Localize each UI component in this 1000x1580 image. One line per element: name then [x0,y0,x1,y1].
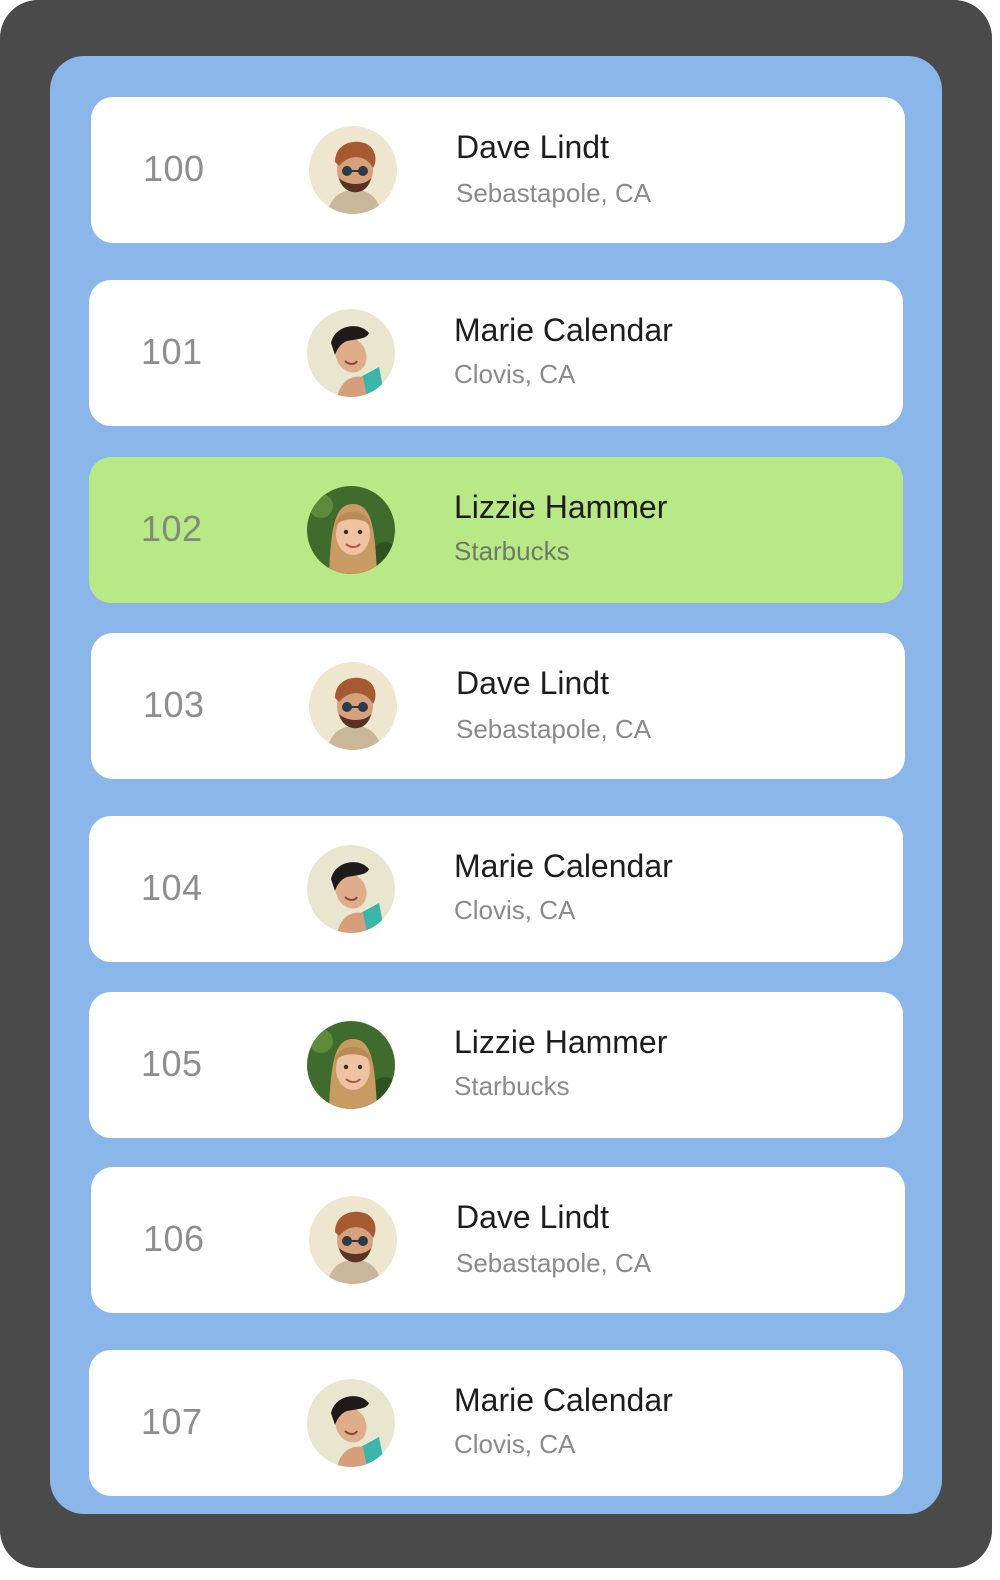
contact-location: Clovis, CA [454,1429,576,1459]
list-item[interactable]: 106 Dave Lindt Sebastapole, CA [91,1167,905,1313]
device-frame: 100 Dave Lindt Sebastapole, CA 101 Marie… [0,0,992,1568]
avatar [309,126,397,214]
contact-name: Dave Lindt [456,665,609,701]
list-item[interactable]: 105 Lizzie Hammer Starbucks [89,992,903,1138]
list-item[interactable]: 102 Lizzie Hammer Starbucks [89,457,903,603]
row-number: 102 [141,508,203,549]
avatar [307,845,395,933]
row-number: 106 [143,1218,205,1259]
row-number: 101 [141,331,203,372]
avatar [307,309,395,397]
contact-location: Starbucks [454,536,570,566]
row-number: 100 [143,148,205,189]
contact-name: Marie Calendar [454,1382,673,1418]
row-number: 103 [143,684,205,725]
screen: 100 Dave Lindt Sebastapole, CA 101 Marie… [50,56,942,1514]
list-item[interactable]: 104 Marie Calendar Clovis, CA [89,816,903,962]
contact-list: 100 Dave Lindt Sebastapole, CA 101 Marie… [50,56,942,1514]
avatar [307,1379,395,1467]
contact-location: Starbucks [454,1071,570,1101]
row-number: 107 [141,1401,203,1442]
row-number: 105 [141,1043,203,1084]
contact-location: Sebastapole, CA [456,178,652,208]
avatar [309,1196,397,1284]
contact-name: Lizzie Hammer [454,1024,668,1060]
list-item[interactable]: 100 Dave Lindt Sebastapole, CA [91,97,905,243]
list-item[interactable]: 101 Marie Calendar Clovis, CA [89,280,903,426]
contact-location: Clovis, CA [454,359,576,389]
list-item[interactable]: 107 Marie Calendar Clovis, CA [89,1350,903,1496]
contact-location: Sebastapole, CA [456,714,652,744]
contact-name: Dave Lindt [456,1199,609,1235]
contact-name: Lizzie Hammer [454,489,668,525]
list-item[interactable]: 103 Dave Lindt Sebastapole, CA [91,633,905,779]
contact-name: Dave Lindt [456,129,609,165]
row-number: 104 [141,867,203,908]
contact-location: Clovis, CA [454,895,576,925]
contact-name: Marie Calendar [454,848,673,884]
contact-name: Marie Calendar [454,312,673,348]
avatar [309,662,397,750]
avatar [307,1021,395,1109]
avatar [307,486,395,574]
contact-location: Sebastapole, CA [456,1248,652,1278]
